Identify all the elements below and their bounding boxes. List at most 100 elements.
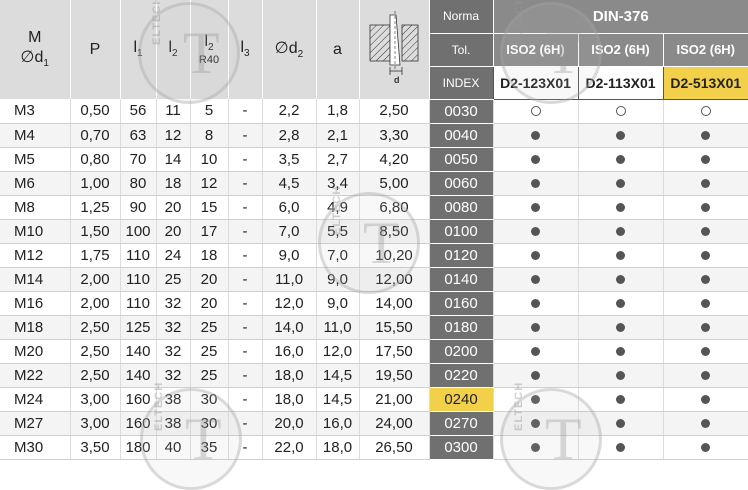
cell-d: 6,80	[359, 195, 430, 220]
cell-l3: -	[228, 195, 263, 220]
cell-d: 26,50	[359, 435, 430, 460]
header-l2: l2	[156, 0, 191, 99]
cell-m: M18	[0, 315, 71, 340]
index-code[interactable]: 0040	[429, 123, 494, 148]
cell-m: M6	[0, 171, 71, 196]
product-code-1[interactable]: D2-123X01	[492, 66, 578, 100]
index-code[interactable]: 0060	[429, 171, 494, 196]
filled-circle-icon	[531, 250, 540, 260]
index-code[interactable]: 0200	[429, 339, 494, 364]
cell-l2: 25	[156, 267, 191, 292]
header-l2-r40: l2 R40	[190, 0, 229, 99]
cell-l2r: 30	[190, 411, 229, 436]
cell-d2: 14,0	[262, 315, 317, 340]
cell-l1: 125	[120, 315, 157, 340]
cell-d: 10,20	[359, 243, 430, 268]
cell-l2: 32	[156, 315, 191, 340]
cell-d: 24,00	[359, 411, 430, 436]
cell-d: 17,50	[359, 339, 430, 364]
table-row: M12 1,75 110 24 18-9,0 7,0 10,20 0120	[0, 243, 748, 268]
cell-m: M24	[0, 387, 71, 412]
cell-a: 4,9	[316, 195, 360, 220]
filled-circle-icon	[701, 370, 710, 380]
filled-circle-icon	[701, 226, 710, 236]
cell-p: 3,50	[70, 435, 121, 460]
product-code-3[interactable]: D2-513X01	[662, 66, 748, 100]
index-code[interactable]: 0030	[429, 99, 494, 124]
availability-cell	[492, 243, 579, 268]
cell-l2: 14	[156, 147, 191, 172]
cell-m: M3	[0, 99, 71, 124]
availability-cell	[492, 267, 579, 292]
availability-cell	[577, 267, 664, 292]
index-code[interactable]: 0240	[429, 387, 494, 412]
norma-label: Norma	[429, 0, 493, 34]
cell-l3: -	[228, 147, 263, 172]
cell-l2r: 35	[190, 435, 229, 460]
cell-l2: 12	[156, 123, 191, 148]
cell-d: 12,00	[359, 267, 430, 292]
filled-circle-icon	[701, 178, 710, 188]
filled-circle-icon	[616, 346, 625, 356]
cell-l3: -	[228, 339, 263, 364]
filled-circle-icon	[616, 178, 625, 188]
filled-circle-icon	[531, 202, 540, 212]
cell-l1: 110	[120, 291, 157, 316]
availability-cell	[492, 363, 579, 388]
filled-circle-icon	[616, 442, 625, 452]
cell-l2: 32	[156, 339, 191, 364]
cell-a: 9,0	[316, 267, 360, 292]
filled-circle-icon	[531, 346, 540, 356]
cell-a: 2,7	[316, 147, 360, 172]
index-code[interactable]: 0050	[429, 147, 494, 172]
cell-m: M27	[0, 411, 71, 436]
index-code[interactable]: 0160	[429, 291, 494, 316]
index-code[interactable]: 0300	[429, 435, 494, 460]
cell-a: 12,0	[316, 339, 360, 364]
filled-circle-icon	[531, 394, 540, 404]
index-code[interactable]: 0140	[429, 267, 494, 292]
cell-a: 9,0	[316, 291, 360, 316]
cell-a: 2,1	[316, 123, 360, 148]
index-code[interactable]: 0220	[429, 363, 494, 388]
cell-d: 3,30	[359, 123, 430, 148]
index-code[interactable]: 0120	[429, 243, 494, 268]
cell-a: 3,4	[316, 171, 360, 196]
header-d2: ∅d2	[262, 0, 317, 99]
header-a: a	[316, 0, 360, 99]
product-code-2[interactable]: D2-113X01	[577, 66, 663, 100]
availability-cell	[492, 219, 579, 244]
cell-l3: -	[228, 267, 263, 292]
open-circle-icon	[700, 105, 711, 116]
index-code[interactable]: 0270	[429, 411, 494, 436]
filled-circle-icon	[616, 394, 625, 404]
cell-l2r: 18	[190, 243, 229, 268]
filled-circle-icon	[616, 226, 625, 236]
filled-circle-icon	[616, 370, 625, 380]
cell-l2r: 5	[190, 99, 229, 124]
cell-l1: 80	[120, 171, 157, 196]
index-code[interactable]: 0100	[429, 219, 494, 244]
cell-l1: 100	[120, 219, 157, 244]
cell-l2: 38	[156, 387, 191, 412]
index-code[interactable]: 0180	[429, 315, 494, 340]
availability-cell	[492, 291, 579, 316]
availability-cell	[662, 267, 748, 292]
cell-l1: 140	[120, 363, 157, 388]
filled-circle-icon	[531, 442, 540, 452]
filled-circle-icon	[701, 250, 710, 260]
cell-l1: 110	[120, 243, 157, 268]
table-row: M16 2,00 110 32 20-12,0 9,0 14,00 0160	[0, 291, 748, 316]
cell-l2: 32	[156, 363, 191, 388]
cell-d2: 9,0	[262, 243, 317, 268]
filled-circle-icon	[616, 250, 625, 260]
availability-cell	[577, 291, 664, 316]
cell-l2r: 15	[190, 195, 229, 220]
cell-l3: -	[228, 219, 263, 244]
table-row: M30 3,50 180 40 35-22,0 18,0 26,50 0300	[0, 435, 748, 460]
cell-d: 19,50	[359, 363, 430, 388]
cell-m: M14	[0, 267, 71, 292]
index-code[interactable]: 0080	[429, 195, 494, 220]
tolerance-col-3: ISO2 (6H)	[662, 33, 748, 67]
cell-l3: -	[228, 243, 263, 268]
